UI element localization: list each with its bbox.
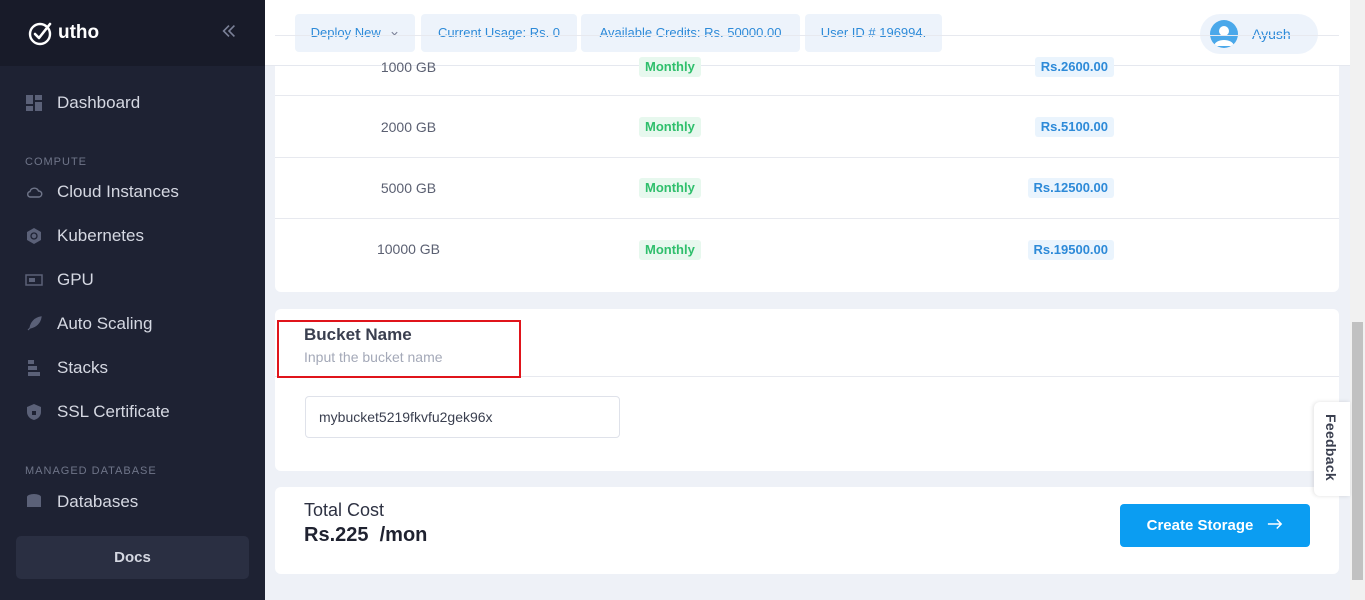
- sidebar-item-label: Stacks: [57, 358, 109, 377]
- total-cost-label: Total Cost: [304, 500, 385, 520]
- sidebar-item-label: SSL Certificate: [57, 402, 170, 421]
- sidebar-scroll-clip: Databases: [0, 490, 265, 512]
- sidebar-item-gpu[interactable]: GPU: [25, 268, 94, 292]
- price-badge: Rs.12500.00: [1027, 178, 1114, 198]
- sidebar-item-label: Databases: [57, 492, 139, 511]
- sidebar-item-cloud-instances[interactable]: Cloud Instances: [25, 180, 179, 204]
- rocket-icon: [25, 315, 43, 333]
- gpu-icon: [25, 271, 43, 289]
- table-row[interactable]: 2000 GB Monthly Rs.5100.00: [275, 95, 1339, 157]
- docs-button[interactable]: Docs: [16, 536, 249, 579]
- table-row[interactable]: 10000 GB Monthly Rs.19500.00: [275, 218, 1339, 292]
- sidebar-item-label: Dashboard: [57, 93, 141, 112]
- table-row[interactable]: 5000 GB Monthly Rs.12500.00: [275, 157, 1339, 218]
- create-storage-button[interactable]: Create Storage: [1120, 504, 1310, 547]
- cloud-icon: [25, 183, 43, 201]
- sidebar: utho Dashboard COMPUTE Cloud Instances K…: [0, 0, 265, 600]
- stacks-icon: [25, 359, 43, 377]
- kubernetes-icon: [25, 227, 43, 245]
- sidebar-item-stacks[interactable]: Stacks: [25, 356, 108, 380]
- billing-badge: Monthly: [639, 57, 701, 77]
- brand-logo[interactable]: utho: [28, 20, 99, 46]
- sidebar-item-auto-scaling[interactable]: Auto Scaling: [25, 312, 152, 336]
- billing-badge: Monthly: [639, 240, 701, 260]
- section-compute: COMPUTE: [25, 156, 87, 168]
- billing-badge: Monthly: [639, 178, 701, 198]
- storage-size: 1000 GB: [380, 59, 437, 75]
- sidebar-item-label: GPU: [57, 270, 94, 289]
- feedback-label: Feedback: [1323, 414, 1339, 481]
- shield-icon: [25, 403, 43, 421]
- brand-name: utho: [58, 22, 100, 43]
- total-cost-value: Rs.225 /mon: [304, 524, 428, 546]
- sidebar-item-label: Cloud Instances: [57, 182, 179, 201]
- sidebar-item-label: Kubernetes: [57, 226, 144, 245]
- total-cost-card: Total Cost Rs.225 /mon Create Storage: [275, 487, 1339, 574]
- pricing-table: 1000 GB Monthly Rs.2600.00 2000 GB Month…: [275, 35, 1339, 292]
- create-storage-label: Create Storage: [1146, 517, 1254, 534]
- highlight-annotation: [277, 320, 521, 378]
- price-badge: Rs.19500.00: [1027, 240, 1114, 260]
- storage-size: 5000 GB: [380, 180, 437, 196]
- dashboard-icon: [25, 94, 43, 112]
- table-row[interactable]: 1000 GB Monthly Rs.2600.00: [275, 35, 1339, 96]
- feedback-tab[interactable]: Feedback: [1314, 402, 1350, 496]
- price-badge: Rs.5100.00: [1034, 117, 1114, 137]
- storage-size: 10000 GB: [376, 241, 441, 257]
- scrollbar-thumb[interactable]: [1352, 322, 1363, 580]
- storage-size: 2000 GB: [380, 119, 437, 135]
- sidebar-item-ssl-certificate[interactable]: SSL Certificate: [25, 400, 170, 424]
- database-icon: [25, 493, 43, 511]
- logo-row: utho: [0, 0, 265, 66]
- double-chevron-left-icon[interactable]: [218, 22, 240, 44]
- billing-badge: Monthly: [639, 117, 701, 137]
- bucket-name-input[interactable]: [305, 396, 620, 438]
- check-circle-logo-icon: [28, 22, 52, 46]
- price-badge: Rs.2600.00: [1034, 57, 1114, 77]
- sidebar-item-dashboard[interactable]: Dashboard: [25, 91, 140, 115]
- sidebar-item-databases[interactable]: Databases: [25, 490, 138, 512]
- page-scrollbar[interactable]: [1350, 0, 1365, 600]
- arrow-right-icon: [1267, 517, 1283, 535]
- sidebar-item-label: Auto Scaling: [57, 314, 153, 333]
- section-managed-database: MANAGED DATABASE: [25, 465, 157, 477]
- sidebar-item-kubernetes[interactable]: Kubernetes: [25, 224, 144, 248]
